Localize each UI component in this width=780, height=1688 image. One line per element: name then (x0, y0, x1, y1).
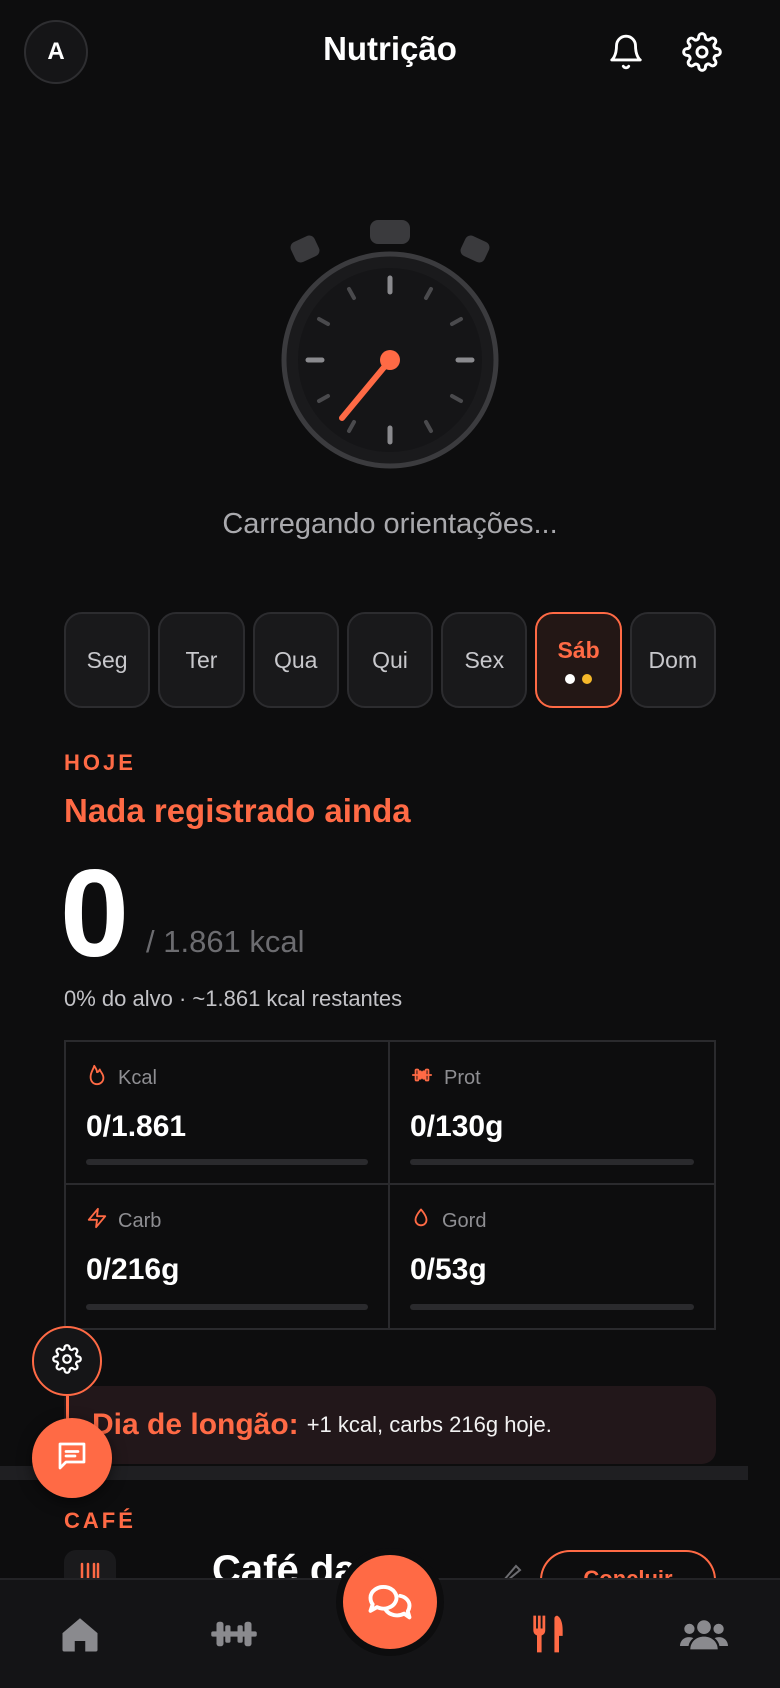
app-header: A Nutrição (0, 0, 780, 104)
today-label: HOJE (64, 750, 136, 775)
fork-knife-icon[interactable] (516, 1602, 580, 1666)
page-title: Nutrição (323, 30, 457, 67)
macro-value: 0/130g (410, 1110, 504, 1143)
macro-gord[interactable]: Gord 0/53g (390, 1185, 714, 1328)
message-icon (54, 1438, 90, 1479)
meal-section-label: CAFÉ (64, 1508, 136, 1533)
macro-kcal[interactable]: Kcal 0/1.861 (66, 1042, 390, 1185)
banner-title: Dia de longão: (92, 1408, 299, 1441)
flame-icon (86, 1064, 108, 1092)
lightning-icon (86, 1207, 108, 1235)
day-label: Ter (185, 646, 218, 673)
meal-icon (64, 1550, 116, 1582)
day-qui[interactable]: Qui (346, 612, 434, 708)
dot-yellow (582, 673, 593, 684)
dumbbell-icon (410, 1064, 434, 1092)
stopwatch-icon (270, 210, 510, 480)
macro-value: 0/1.861 (86, 1110, 187, 1143)
section-divider (0, 1466, 748, 1480)
macro-value: 0/53g (410, 1253, 487, 1286)
macro-progress-bar (410, 1304, 694, 1310)
macro-progress-bar (410, 1159, 694, 1165)
chat-icon (364, 1574, 416, 1631)
banner-text: +1 kcal, carbs 216g hoje. (306, 1412, 552, 1437)
day-label: Qua (273, 646, 318, 673)
day-label: Seg (86, 646, 128, 673)
macro-label: Prot (444, 1066, 481, 1089)
conclude-button[interactable]: Concluir (540, 1550, 716, 1580)
kcal-summary: 0% do alvo · ~1.861 kcal restantes (64, 986, 403, 1011)
day-sab[interactable]: Sáb (535, 612, 622, 708)
macro-progress-bar (86, 1304, 368, 1310)
day-sex[interactable]: Sex (441, 612, 528, 708)
meal-title: Café da (212, 1548, 357, 1580)
day-selector: Seg Ter Qua Qui Sex Sáb Dom (64, 612, 716, 708)
kcal-goal: / 1.861 kcal (146, 924, 305, 959)
macro-value: 0/216g (86, 1253, 180, 1286)
day-seg[interactable]: Seg (64, 612, 151, 708)
drop-icon (410, 1207, 432, 1235)
chat-nav-button[interactable] (336, 1548, 444, 1656)
macro-carb[interactable]: Carb 0/216g (66, 1185, 390, 1328)
macro-prot[interactable]: Prot 0/130g (390, 1042, 714, 1185)
dot-white (565, 673, 576, 684)
gear-icon (52, 1343, 82, 1379)
long-run-banner: Dia de longão: +1 kcal, carbs 216g hoje. (64, 1386, 716, 1464)
gear-icon[interactable] (678, 28, 726, 76)
day-label: Sex (464, 646, 505, 673)
chat-fab[interactable] (32, 1418, 112, 1498)
home-icon[interactable] (48, 1602, 112, 1666)
day-ter[interactable]: Ter (158, 612, 245, 708)
day-dom[interactable]: Dom (629, 612, 716, 708)
bell-icon[interactable] (602, 28, 650, 76)
macro-progress-bar (86, 1159, 368, 1165)
dumbbell-icon[interactable] (202, 1602, 266, 1666)
day-indicator-dots (565, 673, 593, 684)
group-icon[interactable] (672, 1602, 736, 1666)
macro-label: Kcal (118, 1066, 157, 1089)
settings-fab[interactable] (32, 1326, 102, 1396)
day-qua[interactable]: Qua (252, 612, 339, 708)
day-label: Sáb (557, 636, 600, 663)
today-status: Nada registrado ainda (64, 792, 411, 829)
macro-label: Gord (442, 1209, 487, 1232)
day-label: Qui (372, 646, 408, 673)
loading-message: Carregando orientações... (222, 508, 558, 540)
kcal-consumed: 0 (60, 845, 129, 983)
macro-label: Carb (118, 1209, 162, 1232)
day-label: Dom (648, 646, 698, 673)
macro-grid: Kcal 0/1.861 Prot 0/130g Carb 0/216g Gor… (64, 1040, 716, 1330)
